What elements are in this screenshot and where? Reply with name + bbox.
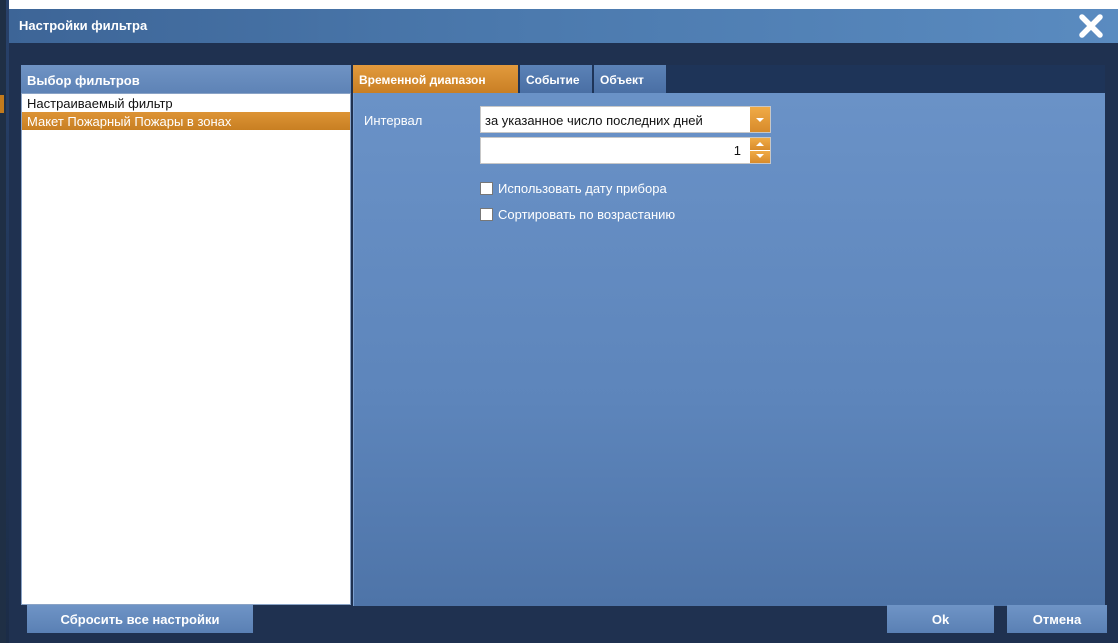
filter-selection-header: Выбор фильтров (21, 65, 351, 93)
cancel-button[interactable]: Отмена (1007, 605, 1107, 633)
tab-event[interactable]: Событие (520, 65, 592, 93)
close-x-icon (1079, 14, 1103, 38)
filter-settings-dialog: Настройки фильтра Выбор фильтров Настраи… (9, 9, 1118, 643)
interval-dropdown-button[interactable] (750, 107, 770, 132)
background-app-edge (0, 0, 9, 643)
days-increment-button[interactable] (750, 138, 770, 150)
sort-ascending-label: Сортировать по возрастанию (498, 207, 676, 222)
dialog-title: Настройки фильтра (19, 18, 148, 33)
chevron-down-icon (756, 118, 764, 122)
interval-label: Интервал (364, 113, 423, 128)
filter-selection-panel: Выбор фильтров Настраиваемый фильтр Маке… (21, 65, 351, 605)
interval-select-value: за указанное число последних дней (485, 113, 703, 128)
use-device-date-option[interactable]: Использовать дату прибора (480, 181, 710, 197)
filter-detail-panel: Временной диапазон Событие Объект Интерв… (353, 65, 1105, 606)
close-button[interactable] (1075, 10, 1107, 42)
days-count-stepper[interactable] (480, 137, 771, 164)
background-app-edge-highlight (0, 95, 4, 113)
use-device-date-label: Использовать дату прибора (498, 181, 667, 196)
sort-ascending-checkbox[interactable] (480, 208, 493, 221)
arrow-down-icon (756, 154, 764, 158)
tab-time-range[interactable]: Временной диапазон (353, 65, 518, 93)
tab-object[interactable]: Объект (594, 65, 666, 93)
dialog-titlebar[interactable]: Настройки фильтра (9, 9, 1118, 43)
use-device-date-checkbox[interactable] (480, 182, 493, 195)
filter-list[interactable]: Настраиваемый фильтр Макет Пожарный Пожа… (21, 93, 351, 605)
ok-button[interactable]: Ok (887, 605, 994, 633)
time-range-tab-content: Интервал за указанное число последних дн… (353, 93, 1105, 606)
arrow-up-icon (756, 142, 764, 146)
reset-all-settings-button[interactable]: Сбросить все настройки (27, 605, 253, 633)
filter-item-custom[interactable]: Настраиваемый фильтр (22, 94, 350, 112)
interval-select[interactable]: за указанное число последних дней (480, 106, 771, 133)
days-decrement-button[interactable] (750, 151, 770, 163)
sort-ascending-option[interactable]: Сортировать по возрастанию (480, 207, 710, 223)
filter-item-fire-zones[interactable]: Макет Пожарный Пожары в зонах (22, 112, 350, 130)
days-count-input[interactable] (483, 141, 741, 160)
